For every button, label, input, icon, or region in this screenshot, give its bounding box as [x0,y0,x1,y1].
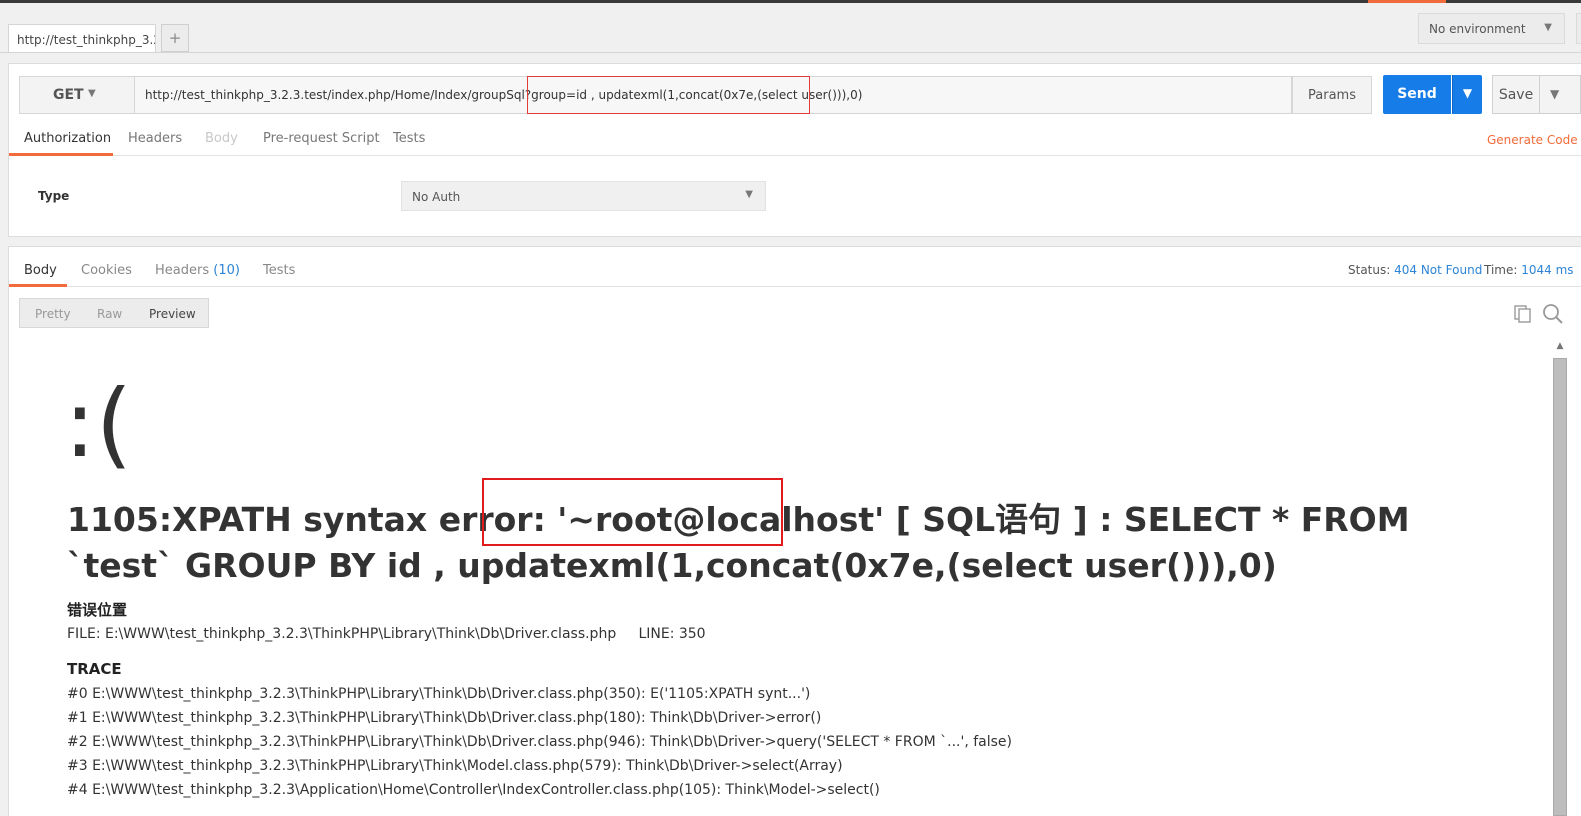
generate-code-link[interactable]: Generate Code [1487,133,1578,147]
active-indicator [1368,0,1446,3]
chevron-down-icon: ▼ [1544,22,1552,33]
response-tab-headers[interactable]: Headers (10) [155,263,240,278]
trace-line: #3 E:\WWW\test_thinkphp_3.2.3\ThinkPHP\L… [67,758,843,774]
copy-icon[interactable] [1513,304,1533,324]
method-select[interactable]: GET ▼ [19,76,135,114]
save-button[interactable]: Save [1492,75,1540,114]
time-label: Time: [1484,263,1518,277]
auth-type-value: No Auth [412,190,461,204]
environment-value: No environment [1429,22,1526,36]
request-tabs-divider [9,155,1581,156]
trace-title: TRACE [67,660,122,678]
headers-count: (10) [213,263,240,278]
error-highlight-box [482,478,783,546]
error-file-line: FILE: E:\WWW\test_thinkphp_3.2.3\ThinkPH… [67,626,706,642]
sad-face: :( [64,370,133,479]
send-options-button[interactable]: ▼ [1452,75,1482,114]
method-value: GET [53,87,84,103]
active-tab-underline [9,153,113,156]
response-tab-headers-label: Headers [155,263,210,278]
tab-authorization[interactable]: Authorization [24,131,111,146]
url-highlight-box [527,76,810,114]
auth-type-select[interactable]: No Auth ▼ [401,181,766,211]
search-icon[interactable] [1542,303,1564,325]
preview-scrollbar[interactable] [1553,358,1567,816]
time-value: 1044 ms [1521,263,1574,277]
chevron-down-icon: ▼ [1550,87,1560,101]
trace-line: #2 E:\WWW\test_thinkphp_3.2.3\ThinkPHP\L… [67,734,1012,750]
view-pretty-button[interactable]: Pretty [35,307,71,321]
add-tab-button[interactable]: + [161,24,189,52]
tab-tests[interactable]: Tests [393,131,425,146]
trace-line: #4 E:\WWW\test_thinkphp_3.2.3\Applicatio… [67,782,880,798]
response-time: Time: 1044 ms [1484,263,1574,277]
request-tab[interactable]: http://test_thinkphp_3.2.3 [8,24,156,53]
scroll-up-arrow[interactable]: ▲ [1553,341,1567,355]
chevron-down-icon: ▼ [745,189,753,200]
chevron-down-icon: ▼ [88,88,96,99]
environment-settings-button[interactable] [1576,13,1581,44]
trace-line: #1 E:\WWW\test_thinkphp_3.2.3\ThinkPHP\L… [67,710,822,726]
response-tabs-divider [9,286,1581,287]
view-raw-button[interactable]: Raw [97,307,122,321]
tab-strip-divider [0,52,1581,53]
view-preview-button[interactable]: Preview [149,307,196,321]
tab-body[interactable]: Body [205,131,238,146]
tab-pre-request-script[interactable]: Pre-request Script [263,131,380,146]
auth-type-label: Type [38,189,70,203]
tab-headers[interactable]: Headers [128,131,182,146]
environment-select[interactable]: No environment ▼ [1418,13,1565,44]
error-position-title: 错误位置 [67,601,128,619]
status-value: 404 Not Found [1394,263,1483,277]
response-tab-cookies[interactable]: Cookies [81,263,132,278]
active-response-tab-underline [9,284,67,287]
chevron-down-icon: ▼ [1462,86,1473,100]
response-tab-body[interactable]: Body [24,263,57,278]
trace-line: #0 E:\WWW\test_thinkphp_3.2.3\ThinkPHP\L… [67,686,811,702]
status-label: Status: [1348,263,1391,277]
response-tab-tests[interactable]: Tests [263,263,295,278]
params-button[interactable]: Params [1292,76,1372,114]
window-top-bar [0,0,1581,3]
send-button[interactable]: Send [1383,75,1451,114]
response-status: Status: 404 Not Found [1348,263,1482,277]
save-options-button[interactable]: ▼ [1540,75,1581,114]
